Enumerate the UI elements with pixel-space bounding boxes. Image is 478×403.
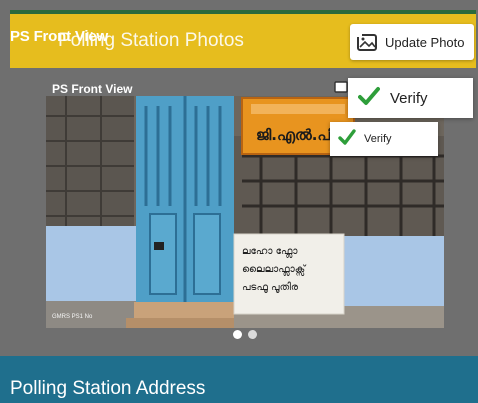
address-section-title: Polling Station Address [10,378,206,399]
update-photo-button[interactable]: Update Photo [350,24,474,60]
notice-line-3: പടഫൂ പൂതിര [242,282,299,293]
check-icon [338,128,356,150]
notice-line-1: ലഹോ ഫ്ലോ [242,246,298,257]
verify-label: Verify [364,133,392,145]
photo-pager [233,330,257,339]
check-icon [358,86,380,111]
verify-label: Verify [390,89,428,107]
pager-dot-active[interactable] [233,330,242,339]
verify-button-secondary[interactable]: Verify [330,122,438,156]
photo-frame-icon [334,80,348,97]
notice-line-2: ലൈലാഫ്ലാക്സ് [242,264,306,275]
pager-dot[interactable] [248,330,257,339]
ps-front-view-overlay-label: PS Front View [10,28,108,45]
photo-watermark: GMRS PS1 No [52,314,93,320]
verify-button[interactable]: Verify [348,78,473,118]
sign-board-text: ജി.എൽ.പി. [256,126,340,144]
photo-frame-icon [356,31,378,53]
update-photo-label: Update Photo [385,34,465,50]
header-rule [10,10,476,14]
photo-caption: PS Front View [52,82,133,96]
